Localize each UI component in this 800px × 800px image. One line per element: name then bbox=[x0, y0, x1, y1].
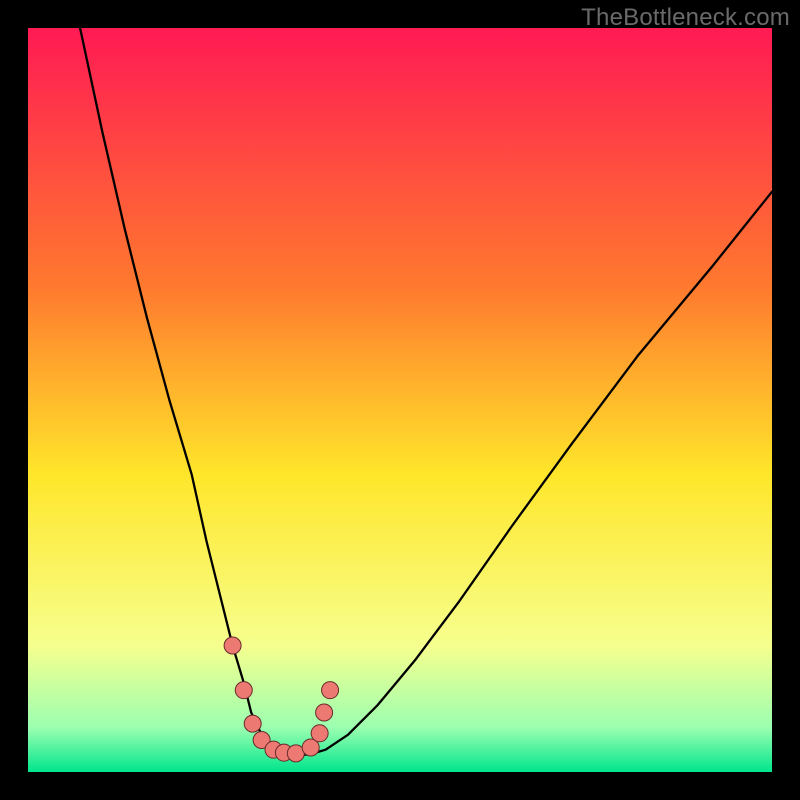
gradient-background bbox=[28, 28, 772, 772]
chart-frame: TheBottleneck.com bbox=[0, 0, 800, 800]
data-dot bbox=[311, 725, 328, 742]
data-dot bbox=[316, 704, 333, 721]
data-dot bbox=[235, 682, 252, 699]
watermark-text: TheBottleneck.com bbox=[581, 4, 790, 32]
data-dot bbox=[244, 715, 261, 732]
data-dot bbox=[322, 682, 339, 699]
bottleneck-chart bbox=[28, 28, 772, 772]
data-dot bbox=[224, 637, 241, 654]
